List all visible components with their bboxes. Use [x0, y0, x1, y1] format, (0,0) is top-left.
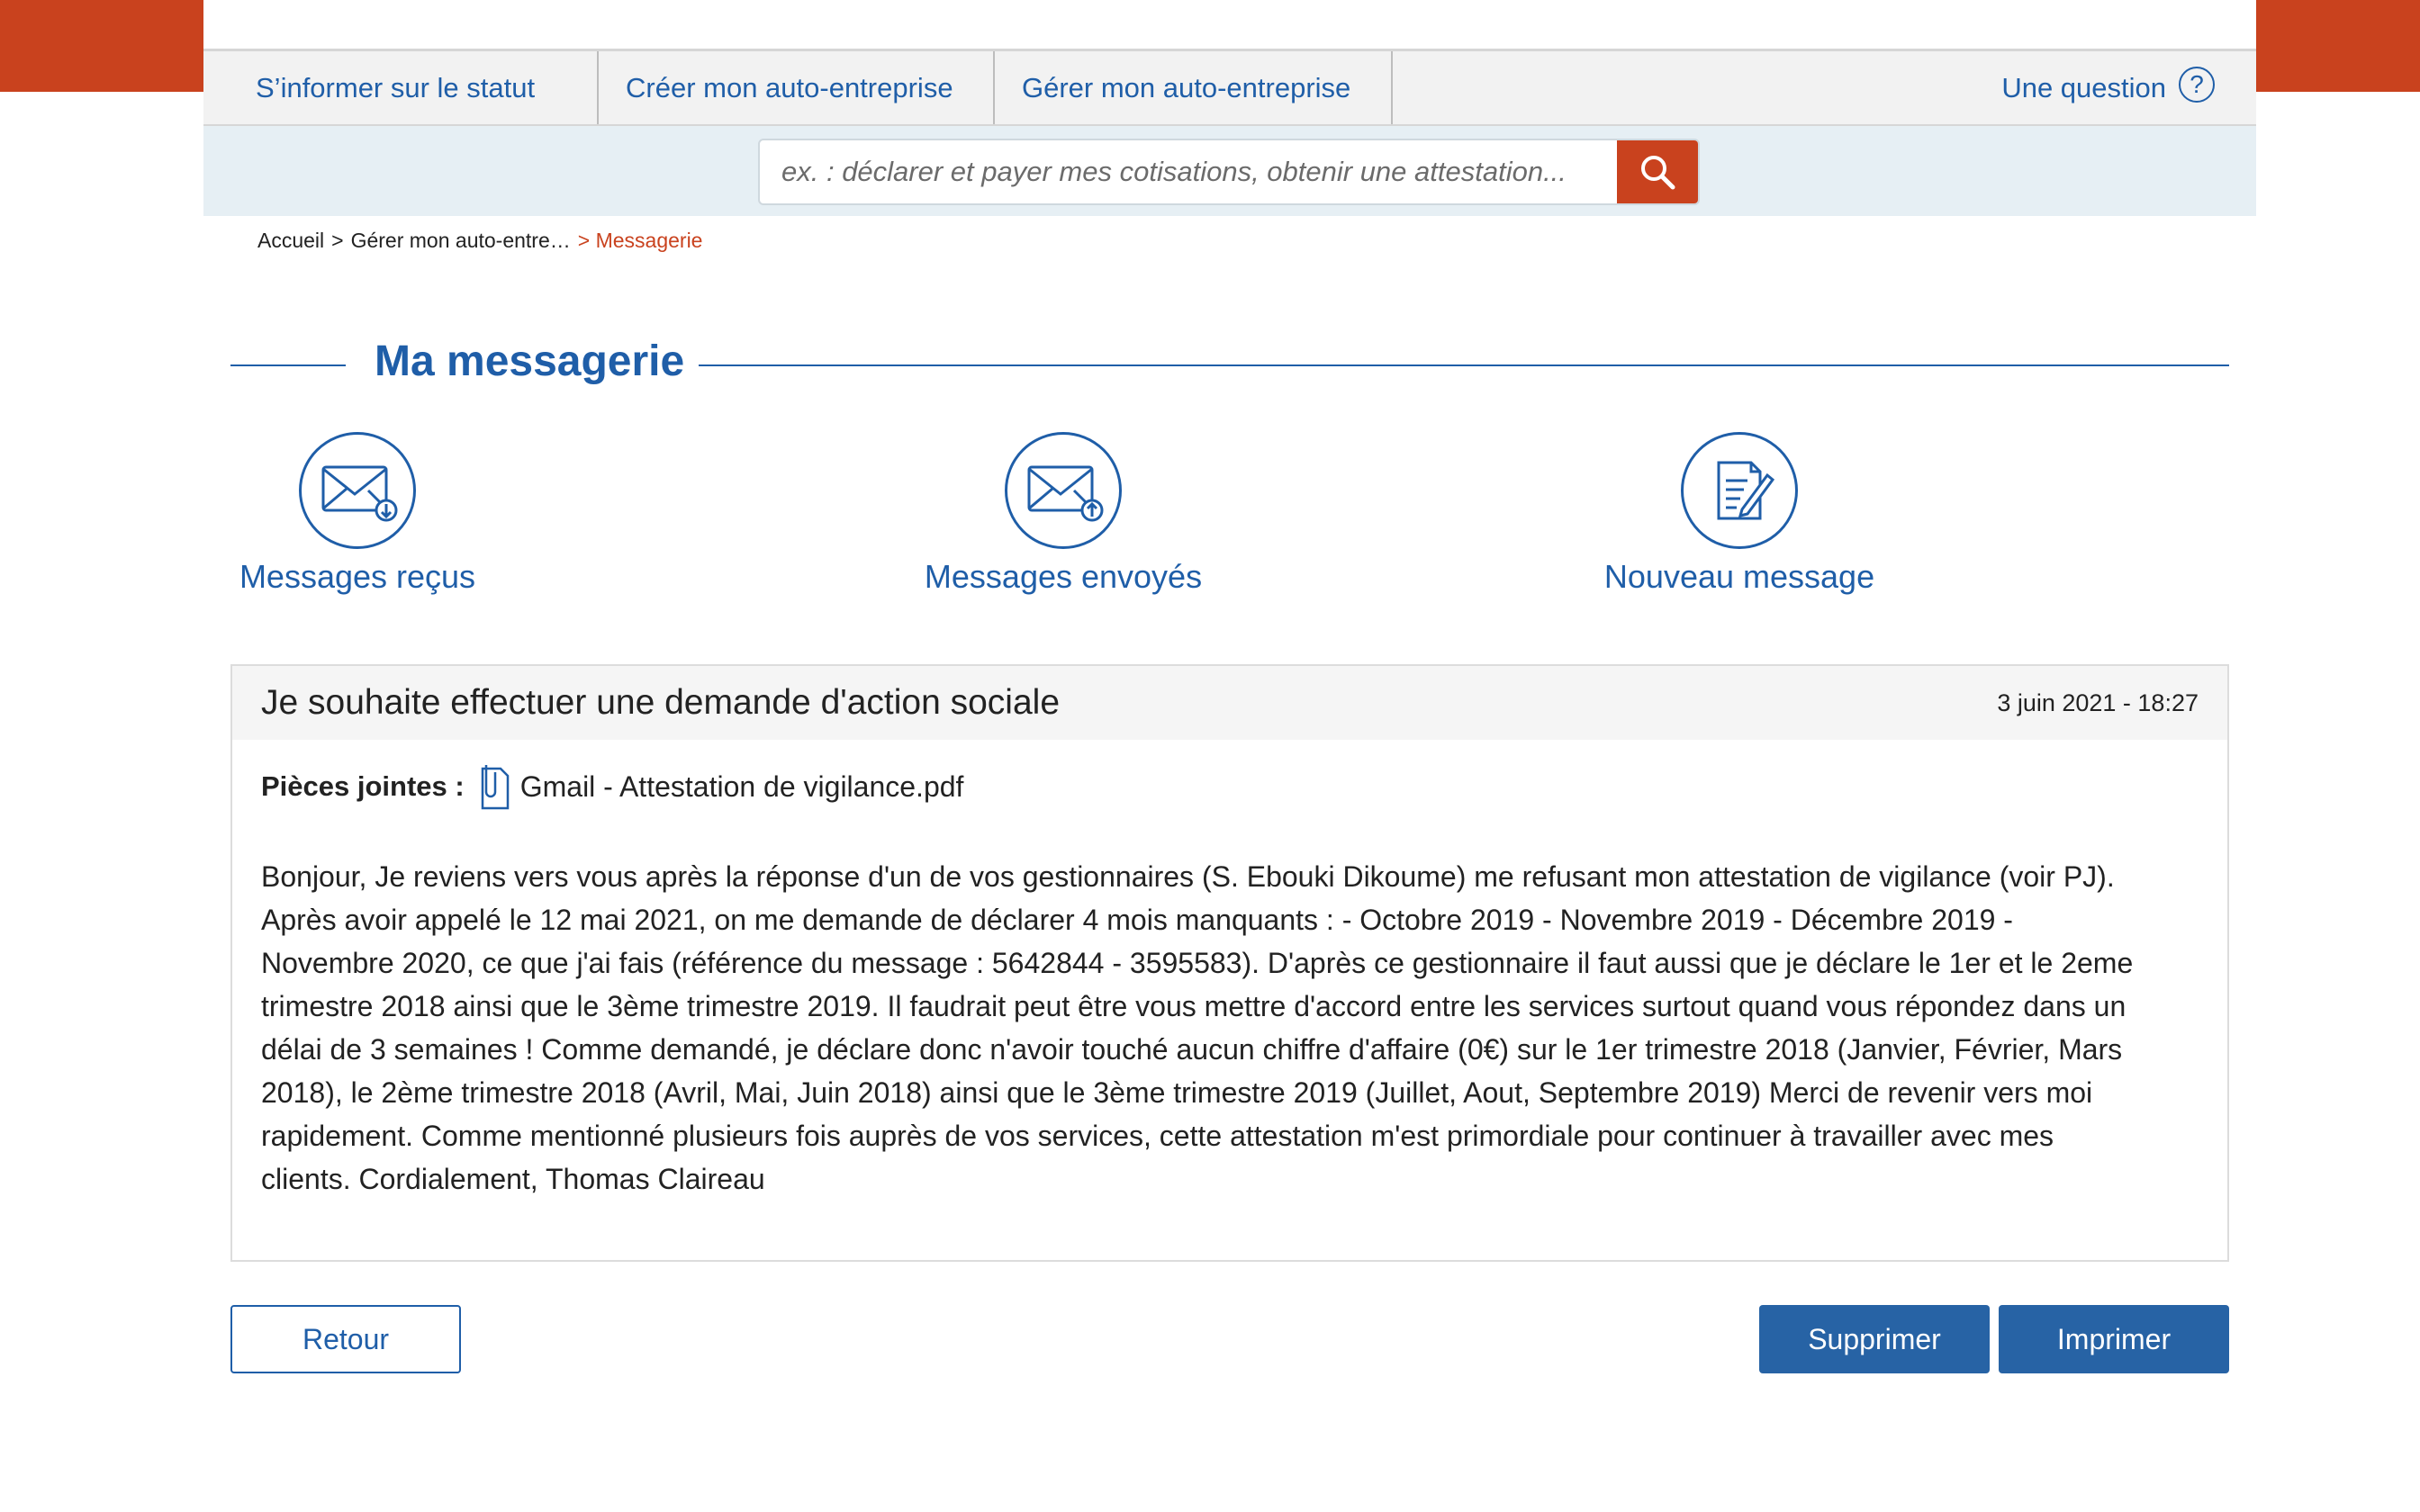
attachment-file-link[interactable]: Gmail - Attestation de vigilance.pdf	[520, 770, 964, 804]
envelope-download-icon	[299, 432, 416, 549]
breadcrumb-separator: >	[331, 229, 344, 252]
message-date: 3 juin 2021 - 18:27	[1997, 688, 2199, 716]
messages-received-link[interactable]: Messages reçus	[236, 432, 479, 596]
messaging-actions: Messages reçus Messages envoyés Nouveau …	[230, 432, 2229, 603]
messages-sent-link[interactable]: Messages envoyés	[917, 432, 1210, 596]
main-nav: S’informer sur le statut Créer mon auto-…	[203, 49, 2256, 126]
search-box	[758, 139, 1700, 205]
message-subject: Je souhaite effectuer une demande d'acti…	[261, 683, 1061, 722]
nav-item-creer[interactable]: Créer mon auto-entreprise	[599, 51, 995, 124]
question-icon: ?	[2179, 66, 2215, 103]
nav-question-link[interactable]: Une question ?	[2001, 51, 2256, 124]
new-message-link[interactable]: Nouveau message	[1603, 432, 1876, 596]
section-title-row: Ma messagerie	[230, 333, 2229, 396]
title-rule-right	[699, 364, 2229, 366]
nav-question-label: Une question	[2001, 71, 2166, 104]
nav-item-gerer[interactable]: Gérer mon auto-entreprise	[995, 51, 1393, 124]
header-top	[203, 0, 2256, 49]
page-title: Ma messagerie	[375, 338, 685, 385]
breadcrumb-home[interactable]: Accueil	[257, 229, 324, 253]
brand-accent-right	[2256, 0, 2420, 92]
message-header: Je souhaite effectuer une demande d'acti…	[232, 666, 2227, 740]
message-card: Je souhaite effectuer une demande d'acti…	[230, 664, 2229, 1262]
message-body: Bonjour, Je reviens vers vous après la r…	[261, 860, 2134, 1195]
print-button[interactable]: Imprimer	[1999, 1305, 2229, 1373]
new-message-label: Nouveau message	[1603, 558, 1875, 595]
document-pen-icon	[1681, 432, 1798, 549]
paperclip-document-icon	[481, 765, 509, 810]
envelope-upload-icon	[1005, 432, 1122, 549]
messages-received-label: Messages reçus	[239, 558, 476, 595]
breadcrumb: Accueil > Gérer mon auto-entre… > Messag…	[257, 229, 702, 253]
search-button[interactable]	[1617, 140, 1698, 203]
attachments-row: Pièces jointes : Gmail - Attestation de …	[232, 740, 2227, 812]
attachments-label: Pièces jointes :	[261, 770, 465, 802]
brand-accent-left	[0, 0, 203, 92]
nav-item-statut[interactable]: S’informer sur le statut	[203, 51, 599, 124]
back-button[interactable]: Retour	[230, 1305, 461, 1373]
delete-button[interactable]: Supprimer	[1759, 1305, 1990, 1373]
messages-sent-label: Messages envoyés	[924, 558, 1203, 595]
search-input[interactable]	[760, 140, 1617, 203]
breadcrumb-parent[interactable]: Gérer mon auto-entre…	[351, 229, 571, 253]
title-rule-left	[230, 364, 346, 366]
breadcrumb-current: > Messagerie	[577, 229, 703, 252]
search-icon	[1641, 156, 1675, 190]
search-band	[203, 126, 2256, 216]
